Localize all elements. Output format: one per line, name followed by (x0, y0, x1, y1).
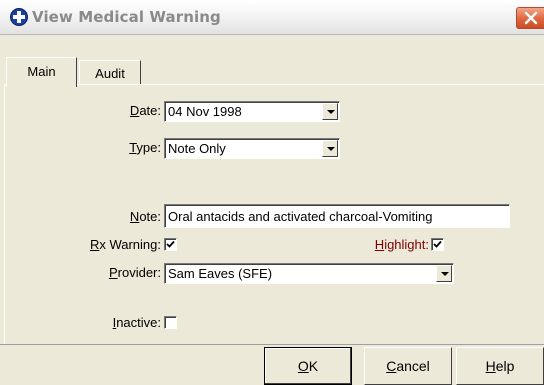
highlight-label: Highlight: (374, 237, 429, 252)
note-input[interactable]: Oral antacids and activated charcoal-Vom… (164, 204, 510, 228)
tab-main-label: Main (27, 64, 56, 79)
type-label: Type: (129, 140, 161, 155)
checkmark-icon (166, 240, 175, 248)
chevron-down-icon (327, 147, 335, 151)
ok-button[interactable]: OK (264, 347, 352, 385)
type-value: Note Only (168, 141, 226, 156)
provider-label: Provider: (108, 265, 161, 280)
inactive-checkbox[interactable] (164, 316, 177, 329)
rx-warning-label: Rx Warning: (89, 237, 161, 252)
date-value: 04 Nov 1998 (168, 104, 242, 119)
medical-cross-icon (10, 8, 28, 26)
tab-audit-label: Audit (95, 66, 125, 81)
type-dropdown-button[interactable] (322, 140, 338, 157)
type-dropdown[interactable]: Note Only (164, 138, 340, 159)
cancel-button[interactable]: Cancel (364, 347, 452, 385)
inactive-label: Inactive: (112, 315, 161, 330)
chevron-down-icon (441, 272, 449, 276)
button-row-divider (0, 344, 544, 345)
rx-warning-checkbox[interactable] (164, 238, 177, 251)
close-icon (524, 11, 538, 25)
provider-dropdown-button[interactable] (436, 265, 452, 282)
highlight-checkbox[interactable] (431, 238, 444, 251)
date-dropdown-button[interactable] (322, 103, 338, 120)
provider-dropdown[interactable]: Sam Eaves (SFE) (164, 263, 454, 284)
title-bar[interactable]: View Medical Warning (0, 0, 544, 35)
note-label: Note: (129, 209, 161, 224)
date-dropdown[interactable]: 04 Nov 1998 (164, 101, 340, 122)
checkmark-icon (433, 240, 442, 248)
close-button[interactable] (516, 7, 544, 29)
provider-value: Sam Eaves (SFE) (168, 266, 273, 281)
tab-main[interactable]: Main (6, 57, 77, 87)
chevron-down-icon (327, 110, 335, 114)
window-title: View Medical Warning (32, 8, 221, 26)
tab-audit[interactable]: Audit (79, 60, 141, 85)
help-button[interactable]: Help (456, 347, 544, 385)
date-label: Date: (129, 103, 161, 118)
